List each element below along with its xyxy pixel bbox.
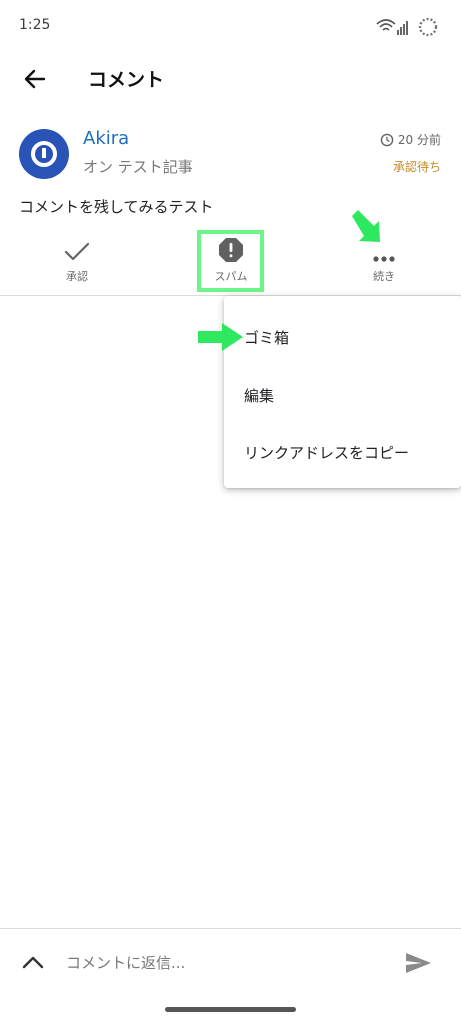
- check-icon: [64, 242, 90, 261]
- wifi-icon: [376, 19, 396, 31]
- avatar[interactable]: [19, 129, 69, 179]
- chevron-up-icon[interactable]: [20, 950, 46, 976]
- spam-highlight-box: [197, 230, 264, 292]
- comment-body: コメントを残してみるテスト: [19, 198, 214, 216]
- approve-button[interactable]: 承認: [32, 232, 122, 294]
- loading-spinner-icon: [418, 17, 438, 37]
- highlight-arrow-icon: [352, 210, 380, 242]
- comment-post-ref: オン テスト記事: [83, 158, 193, 176]
- more-icon: [373, 256, 395, 262]
- avatar-power-icon: [31, 141, 57, 167]
- menu-item-copy-link[interactable]: リンクアドレスをコピー: [244, 442, 409, 463]
- home-indicator[interactable]: [165, 1007, 296, 1012]
- send-icon[interactable]: [403, 948, 433, 978]
- approve-label: 承認: [66, 270, 88, 283]
- signal-icon: [397, 21, 408, 35]
- status-badge: 承認待ち: [392, 160, 441, 174]
- status-icons: [375, 16, 439, 38]
- clock-icon: [380, 133, 394, 146]
- app-bar: コメント: [0, 52, 461, 104]
- back-arrow-icon: [24, 69, 46, 89]
- overflow-menu: ゴミ箱 編集 リンクアドレスをコピー: [224, 296, 461, 488]
- reply-input[interactable]: [66, 951, 366, 975]
- back-button[interactable]: [18, 62, 52, 96]
- menu-item-trash[interactable]: ゴミ箱: [244, 327, 289, 348]
- comment-time-text: 20 分前: [397, 133, 441, 147]
- reply-bar: [0, 928, 461, 998]
- status-time: 1:25: [19, 17, 51, 33]
- highlight-arrow-icon: [198, 323, 243, 351]
- comment-time: 20 分前: [380, 131, 441, 148]
- status-bar: 1:25: [0, 0, 461, 52]
- more-label: 続き: [373, 270, 395, 283]
- menu-item-edit[interactable]: 編集: [244, 385, 274, 406]
- page-title: コメント: [88, 69, 165, 91]
- comment-author[interactable]: Akira: [83, 128, 129, 149]
